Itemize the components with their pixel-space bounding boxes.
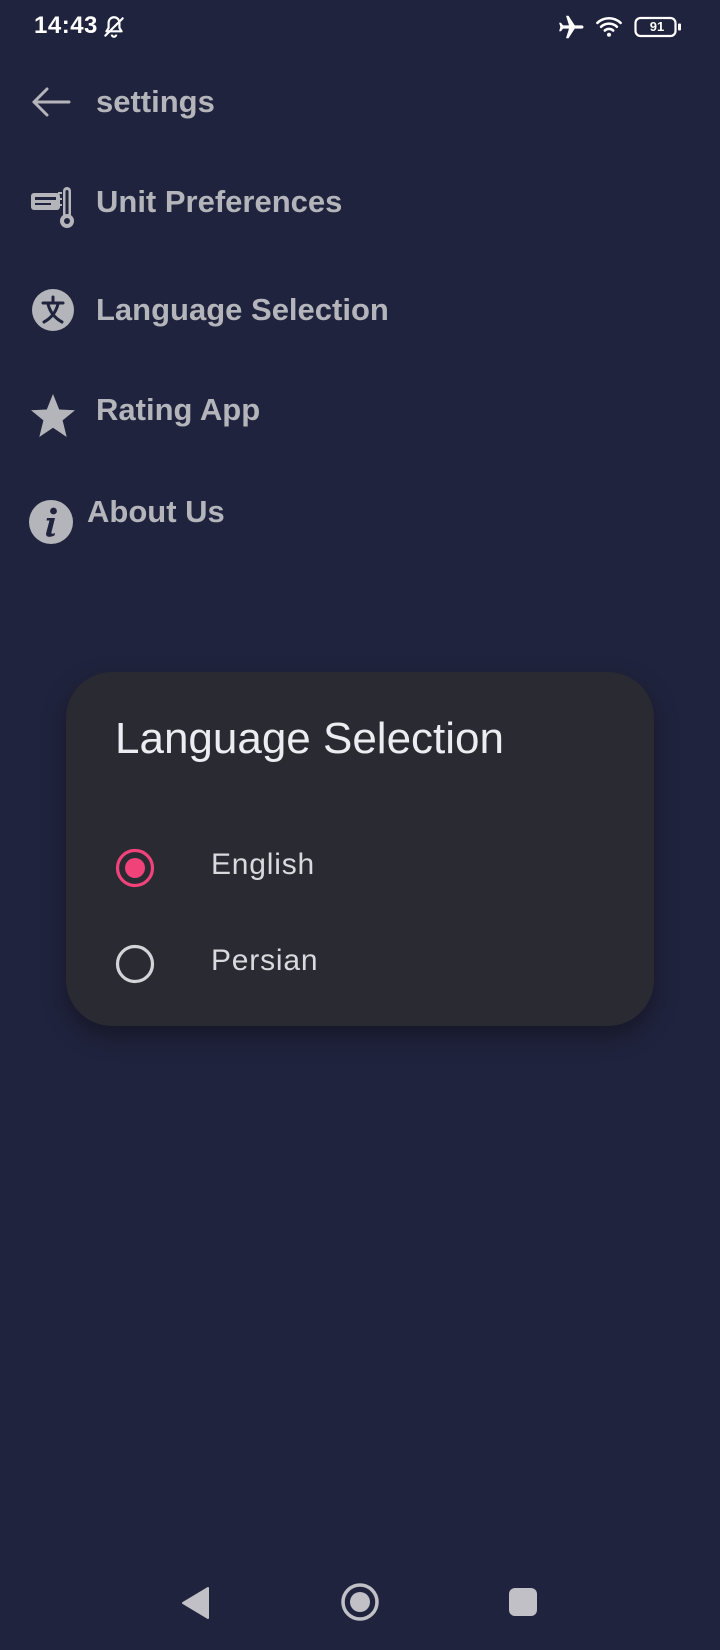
bell-off-icon [104,16,124,38]
page-title: settings [96,84,215,119]
radio-selected-icon[interactable] [115,848,155,888]
nav-home-icon[interactable] [340,1582,380,1622]
status-bar: 14:43 91 [0,0,720,56]
battery-level: 91 [649,19,665,34]
system-nav-bar [0,1560,720,1650]
menu-item-unit-preferences[interactable]: Unit Preferences [0,166,720,246]
language-selection-dialog: Language Selection English Persian [66,672,654,1026]
menu-item-label: Unit Preferences [96,184,343,219]
thermometer-icon [31,187,74,228]
radio-label: English [211,848,315,881]
settings-header: settings [0,72,720,132]
radio-label: Persian [211,944,319,977]
menu-item-label: Language Selection [96,292,389,327]
radio-option-english[interactable]: English [66,828,654,908]
menu-item-label: Rating App [96,392,261,427]
arrow-left-icon[interactable] [30,84,72,120]
menu-item-about-us[interactable]: About Us [0,478,720,558]
dialog-title: Language Selection [115,714,504,763]
menu-item-language-selection[interactable]: Language Selection [0,270,720,350]
radio-option-persian[interactable]: Persian [66,924,654,1004]
menu-item-label: About Us [87,494,225,529]
nav-back-icon[interactable] [180,1586,210,1620]
menu-item-rating-app[interactable]: Rating App [0,374,720,454]
wifi-icon [596,16,622,37]
airplane-icon [559,15,584,39]
status-time: 14:43 [34,12,98,39]
translate-icon [32,289,74,331]
radio-unselected-icon[interactable] [115,944,155,984]
info-icon [29,500,73,544]
nav-recents-icon[interactable] [508,1587,538,1617]
star-icon [31,394,75,437]
